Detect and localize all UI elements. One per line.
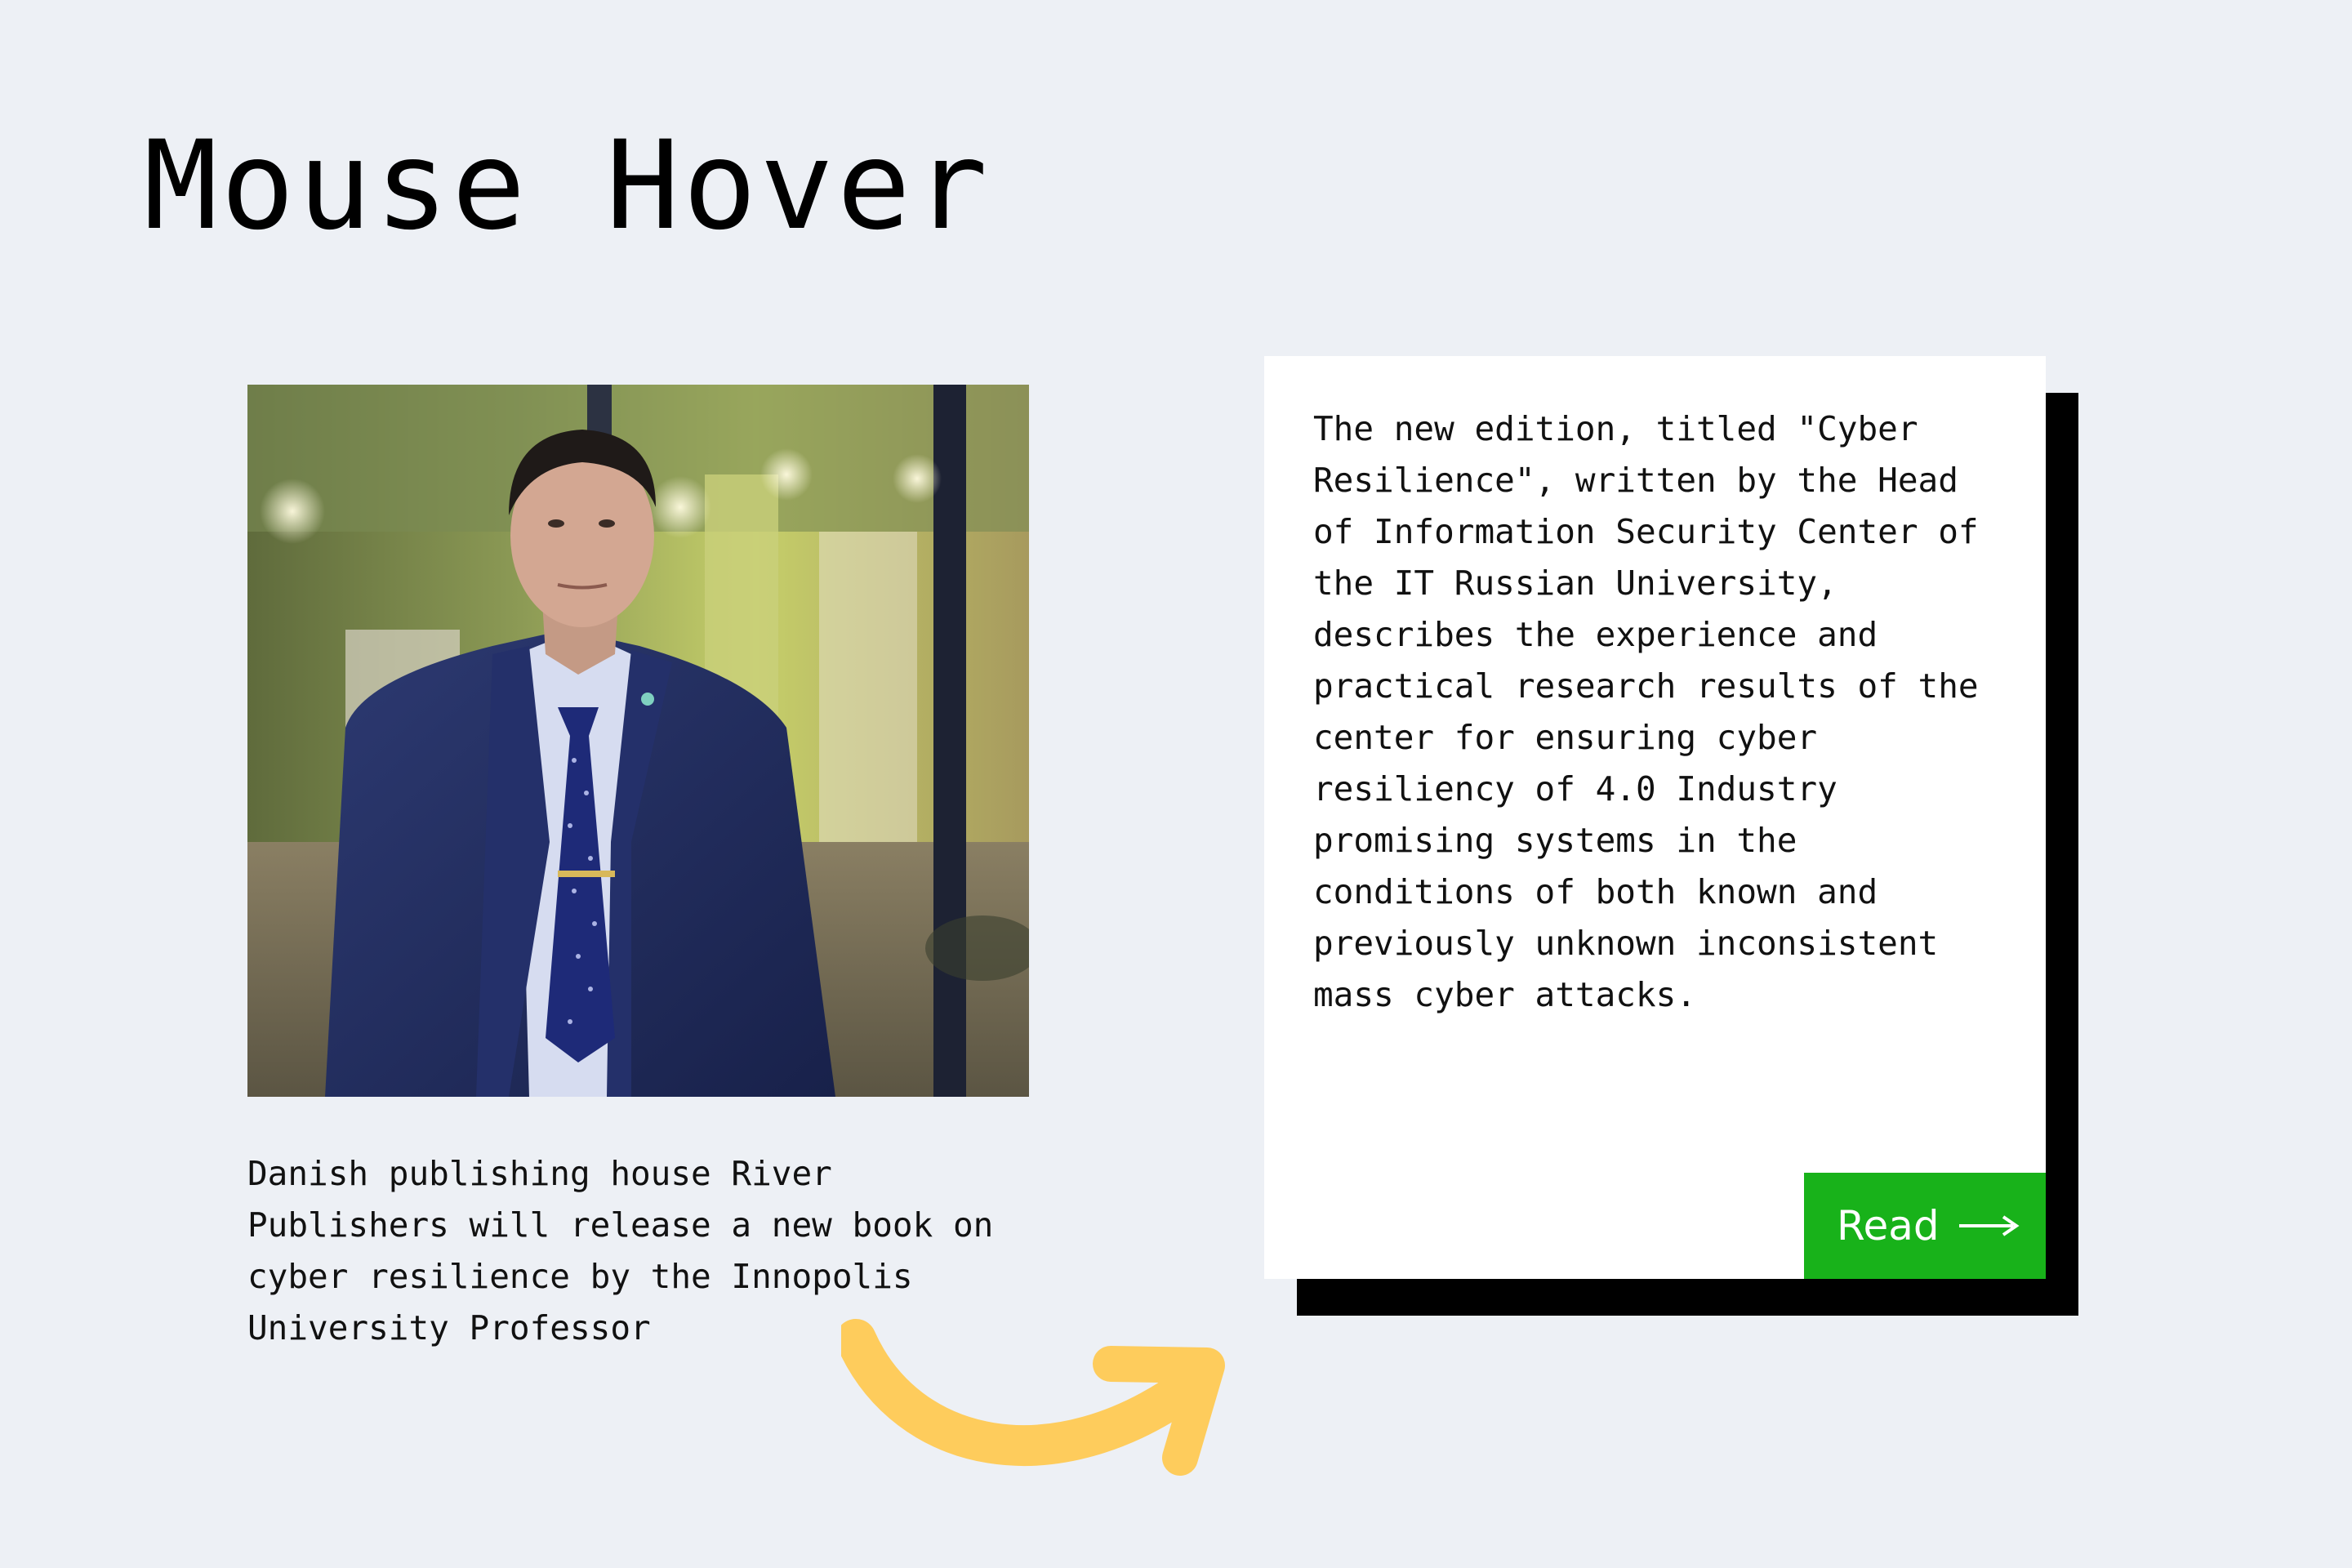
curved-arrow-icon <box>841 1319 1225 1476</box>
page-title: Mouse Hover <box>144 115 991 257</box>
portrait-photo <box>247 385 1029 1097</box>
read-button-label: Read <box>1837 1202 1940 1250</box>
article-card: The new edition, titled "Cyber Resilienc… <box>1264 356 2046 1279</box>
read-button[interactable]: Read <box>1804 1173 2046 1279</box>
arrow-right-icon <box>1958 1214 2020 1238</box>
card-text: The new edition, titled "Cyber Resilienc… <box>1313 409 1979 1014</box>
